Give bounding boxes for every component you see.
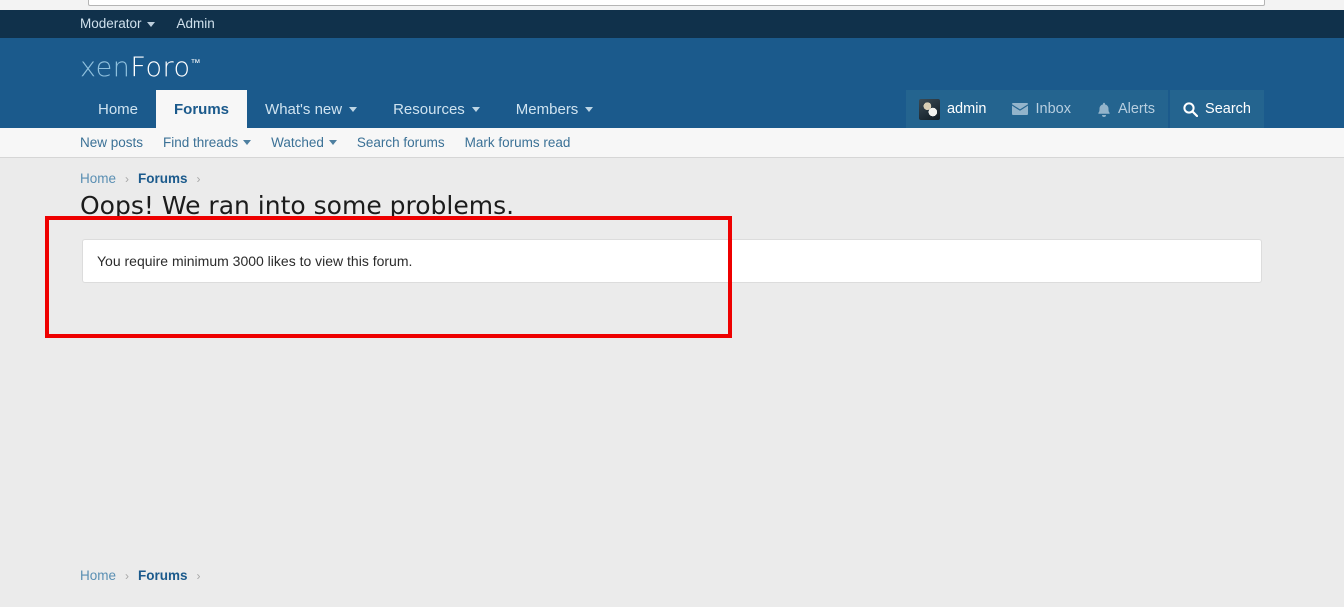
breadcrumb-item-forums[interactable]: Forums: [138, 171, 188, 186]
main-content: Home › Forums › Oops! We ran into some p…: [0, 159, 1344, 283]
visitor-menu-alerts[interactable]: Alerts: [1084, 90, 1168, 128]
breadcrumb-separator-icon: ›: [125, 568, 130, 583]
staff-bar-item-moderator[interactable]: Moderator: [80, 17, 155, 31]
breadcrumb: Home › Forums ›: [80, 159, 1344, 186]
chevron-down-icon: [471, 106, 480, 112]
nav-tab-home[interactable]: Home: [80, 90, 156, 128]
staff-bar-item-label: Moderator: [80, 16, 142, 32]
breadcrumb-item-forums[interactable]: Forums: [138, 568, 188, 583]
staff-bar-items: Moderator Admin: [80, 17, 215, 31]
site-logo[interactable]: xenForo™: [80, 54, 201, 81]
breadcrumb-separator-icon: ›: [196, 171, 201, 186]
chevron-down-icon: [146, 21, 155, 27]
secondary-navigation-items: New posts Find threads Watched Search fo…: [80, 135, 570, 150]
error-message-text: You require minimum 3000 likes to view t…: [97, 252, 413, 269]
search-button[interactable]: Search: [1170, 90, 1264, 128]
logo-text-xen: xen: [80, 52, 131, 83]
subnav-item-label: Search forums: [356, 135, 445, 150]
logo-text-foro: Foro: [130, 52, 191, 83]
subnav-item-watched[interactable]: Watched: [271, 135, 337, 150]
breadcrumb: Home › Forums ›: [80, 568, 1344, 583]
subnav-item-find-threads[interactable]: Find threads: [163, 135, 252, 150]
nav-tab-label: Members: [515, 100, 579, 118]
visitor-menu-inbox[interactable]: Inbox: [999, 90, 1083, 128]
nav-tab-forums[interactable]: Forums: [156, 90, 248, 128]
visitor-username: admin: [946, 101, 987, 117]
breadcrumb-item-home[interactable]: Home: [80, 568, 116, 583]
search-icon: [1183, 101, 1199, 117]
chevron-down-icon: [349, 106, 358, 112]
nav-tab-members[interactable]: Members: [498, 90, 612, 128]
visitor-menu-account[interactable]: admin: [906, 90, 1000, 128]
staff-bar: Moderator Admin: [0, 10, 1344, 38]
subnav-item-label: Watched: [271, 135, 324, 150]
bell-icon: [1097, 102, 1111, 117]
subnav-item-mark-forums-read[interactable]: Mark forums read: [465, 135, 571, 150]
trademark-icon: ™: [190, 58, 201, 69]
clipped-text-input[interactable]: [88, 0, 1265, 6]
staff-bar-item-admin[interactable]: Admin: [177, 17, 215, 31]
chevron-down-icon: [328, 140, 337, 145]
subnav-item-new-posts[interactable]: New posts: [80, 135, 143, 150]
staff-bar-item-label: Admin: [176, 16, 215, 32]
page-title: Oops! We ran into some problems.: [80, 191, 515, 220]
bottom-breadcrumb-bar: Home › Forums ›: [0, 568, 1344, 583]
subnav-item-label: Find threads: [163, 135, 239, 150]
nav-tab-whats-new[interactable]: What's new: [247, 90, 375, 128]
search-button-label: Search: [1205, 101, 1251, 117]
error-message-block: You require minimum 3000 likes to view t…: [82, 238, 1262, 283]
chevron-down-icon: [585, 106, 594, 112]
nav-tab-label: What's new: [265, 100, 343, 118]
subnav-item-search-forums[interactable]: Search forums: [357, 135, 445, 150]
nav-tab-label: Home: [98, 100, 139, 118]
subnav-item-label: New posts: [80, 135, 144, 150]
envelope-icon: [1012, 103, 1029, 115]
site-header: xenForo™ Home Forums What's new Resource…: [0, 38, 1344, 128]
breadcrumb-item-home[interactable]: Home: [80, 171, 116, 186]
primary-navigation: Home Forums What's new Resources Members: [80, 90, 611, 128]
breadcrumb-separator-icon: ›: [125, 171, 130, 186]
visitor-menu: admin Inbox Alerts Search: [905, 90, 1264, 128]
avatar: [918, 98, 940, 120]
chevron-down-icon: [243, 140, 252, 145]
nav-tab-resources[interactable]: Resources: [375, 90, 498, 128]
visitor-menu-label: Alerts: [1117, 101, 1156, 117]
nav-tab-label: Forums: [174, 100, 230, 118]
visitor-menu-label: Inbox: [1035, 101, 1071, 117]
breadcrumb-separator-icon: ›: [196, 568, 201, 583]
page-top-strip: [0, 0, 1344, 10]
nav-tab-label: Resources: [393, 100, 465, 118]
secondary-navigation: New posts Find threads Watched Search fo…: [0, 128, 1344, 158]
subnav-item-label: Mark forums read: [464, 135, 571, 150]
visitor-menu-search-group: Search: [1170, 90, 1264, 128]
visitor-menu-group: admin Inbox Alerts: [905, 90, 1169, 128]
